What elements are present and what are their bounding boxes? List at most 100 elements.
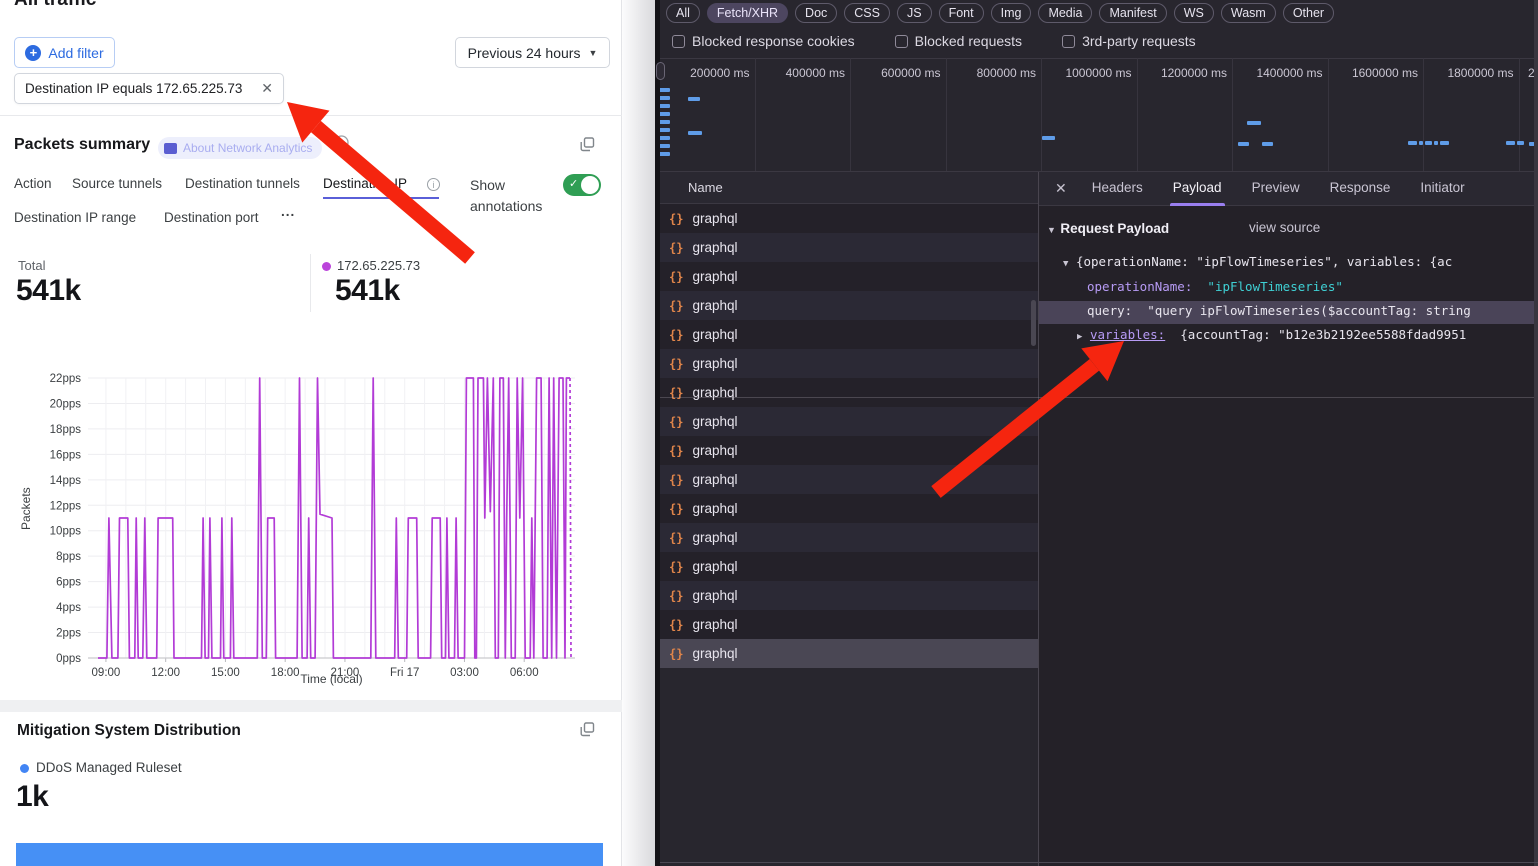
about-network-analytics-badge[interactable]: About Network Analytics [158, 137, 322, 159]
request-payload-section[interactable]: ▼ Request Payload [1047, 220, 1169, 238]
network-request-row[interactable]: {}graphql [660, 407, 1038, 436]
page-title-clipped: All traffic [14, 0, 214, 13]
checkbox-blocked-requests[interactable]: Blocked requests [895, 33, 1022, 49]
expand-panel-icon[interactable] [580, 722, 595, 737]
resource-filter-img[interactable]: Img [991, 3, 1032, 23]
network-request-row[interactable]: {}graphql [660, 581, 1038, 610]
request-timing-bar [660, 104, 670, 108]
checkbox-3rd-party-requests[interactable]: 3rd-party requests [1062, 33, 1196, 49]
json-braces-icon: {} [669, 531, 683, 545]
info-icon[interactable]: i [427, 178, 440, 191]
network-request-row[interactable]: {}graphql [660, 465, 1038, 494]
json-key: query: [1087, 303, 1132, 318]
checkbox-box[interactable] [1062, 35, 1075, 48]
payload-query-line[interactable]: query: "query ipFlowTimeseries($accountT… [1087, 303, 1471, 318]
more-tabs-button[interactable]: ... [281, 204, 295, 219]
request-timing-bar [1425, 141, 1432, 145]
resource-filter-js[interactable]: JS [897, 3, 932, 23]
column-header-name[interactable]: Name [660, 172, 1038, 204]
resource-filter-ws[interactable]: WS [1174, 3, 1214, 23]
payload-tab-response[interactable]: Response [1327, 172, 1394, 206]
request-timing-bar [660, 152, 670, 156]
network-request-row[interactable]: {}graphql [660, 494, 1038, 523]
total-value: 541k [16, 274, 81, 308]
payload-tabbar: ✕ Headers Payload Preview Response Initiator [1039, 172, 1538, 206]
request-name: graphql [692, 501, 737, 516]
json-key: operationName: [1087, 279, 1192, 294]
network-request-row[interactable]: {}graphql [660, 233, 1038, 262]
badge-label: About Network Analytics [183, 141, 312, 155]
network-request-row[interactable]: {}graphql [660, 320, 1038, 349]
resource-filter-other[interactable]: Other [1283, 3, 1334, 23]
json-braces-icon: {} [669, 212, 683, 226]
resource-filter-doc[interactable]: Doc [795, 3, 837, 23]
triangle-down-icon[interactable]: ▼ [1047, 225, 1056, 235]
network-request-row[interactable]: {}graphql [660, 639, 1038, 668]
analytics-card: All traffic + Add filter Previous 24 hou… [0, 0, 622, 866]
request-timing-bar [1419, 141, 1423, 145]
request-timing-bar [1408, 141, 1417, 145]
resource-filter-bar: All Fetch/XHR Doc CSS JS Font Img Media Manifest… [666, 3, 1334, 23]
network-request-row[interactable]: {}graphql [660, 262, 1038, 291]
network-request-row[interactable]: {}graphql [660, 349, 1038, 378]
chart-x-axis-label: Time (local) [88, 672, 575, 686]
checkbox-blocked-response-cookies[interactable]: Blocked response cookies [672, 33, 855, 49]
network-request-row[interactable]: {}graphql [660, 378, 1038, 407]
tab-destination-ip-range[interactable]: Destination IP range [14, 210, 136, 225]
divider [660, 862, 1538, 863]
json-braces-icon: {} [669, 415, 683, 429]
resource-filter-all[interactable]: All [666, 3, 700, 23]
resource-filter-css[interactable]: CSS [844, 3, 890, 23]
resource-filter-font[interactable]: Font [939, 3, 984, 23]
payload-variables-line[interactable]: ▶ variables: {accountTag: "b12e3b2192ee5… [1077, 327, 1466, 342]
tab-destination-tunnels[interactable]: Destination tunnels [185, 176, 300, 191]
tab-destination-ip[interactable]: Destination IP [323, 176, 407, 191]
checkbox-label: 3rd-party requests [1082, 33, 1196, 49]
request-timing-bar [1506, 141, 1515, 145]
scrollbar-thumb[interactable] [1031, 300, 1036, 346]
network-request-row[interactable]: {}graphql [660, 436, 1038, 465]
toggle-knob [581, 176, 599, 194]
svg-text:2pps: 2pps [56, 628, 81, 640]
request-timing-bar [660, 112, 670, 116]
network-request-row[interactable]: {}graphql [660, 291, 1038, 320]
active-filter-chip[interactable]: Destination IP equals 172.65.225.73 ✕ [14, 73, 284, 104]
expand-panel-icon[interactable] [580, 137, 595, 152]
tab-source-tunnels[interactable]: Source tunnels [72, 176, 162, 191]
payload-tab-headers[interactable]: Headers [1089, 172, 1146, 206]
divider [0, 115, 622, 116]
svg-text:8pps: 8pps [56, 551, 81, 563]
resource-filter-wasm[interactable]: Wasm [1221, 3, 1276, 23]
resource-filter-media[interactable]: Media [1038, 3, 1092, 23]
total-label: Total [18, 258, 45, 273]
json-braces-icon: {} [669, 444, 683, 458]
json-braces-icon: {} [669, 241, 683, 255]
tab-destination-port[interactable]: Destination port [164, 210, 259, 225]
triangle-right-icon[interactable]: ▶ [1077, 332, 1082, 342]
triangle-down-icon[interactable]: ▼ [1063, 259, 1068, 269]
payload-tab-payload[interactable]: Payload [1170, 172, 1225, 206]
add-filter-button[interactable]: + Add filter [14, 37, 115, 68]
payload-root-line[interactable]: ▼ {operationName: "ipFlowTimeseries", va… [1063, 254, 1452, 269]
json-key: variables: [1090, 327, 1165, 342]
time-range-dropdown[interactable]: Previous 24 hours ▼ [455, 37, 610, 68]
resource-filter-manifest[interactable]: Manifest [1099, 3, 1166, 23]
tab-action[interactable]: Action [14, 176, 52, 191]
network-request-row[interactable]: {}graphql [660, 552, 1038, 581]
network-request-row[interactable]: {}graphql [660, 523, 1038, 552]
close-icon[interactable]: ✕ [1055, 180, 1067, 197]
resource-filter-fetch-xhr[interactable]: Fetch/XHR [707, 3, 788, 23]
remove-filter-icon[interactable]: ✕ [261, 80, 273, 97]
payload-tab-initiator[interactable]: Initiator [1417, 172, 1467, 206]
page-title: All traffic [14, 0, 96, 11]
payload-tab-preview[interactable]: Preview [1249, 172, 1303, 206]
network-request-row[interactable]: {}graphql [660, 610, 1038, 639]
view-source-link[interactable]: view source [1249, 220, 1320, 235]
page-gutter [622, 0, 655, 866]
network-request-row[interactable]: {}graphql [660, 204, 1038, 233]
checkbox-box[interactable] [895, 35, 908, 48]
checkbox-box[interactable] [672, 35, 685, 48]
json-string-value: "query ipFlowTimeseries($accountTag: str… [1147, 303, 1471, 318]
history-clock-icon[interactable] [333, 134, 350, 151]
show-annotations-toggle[interactable]: ✓ [563, 174, 601, 196]
